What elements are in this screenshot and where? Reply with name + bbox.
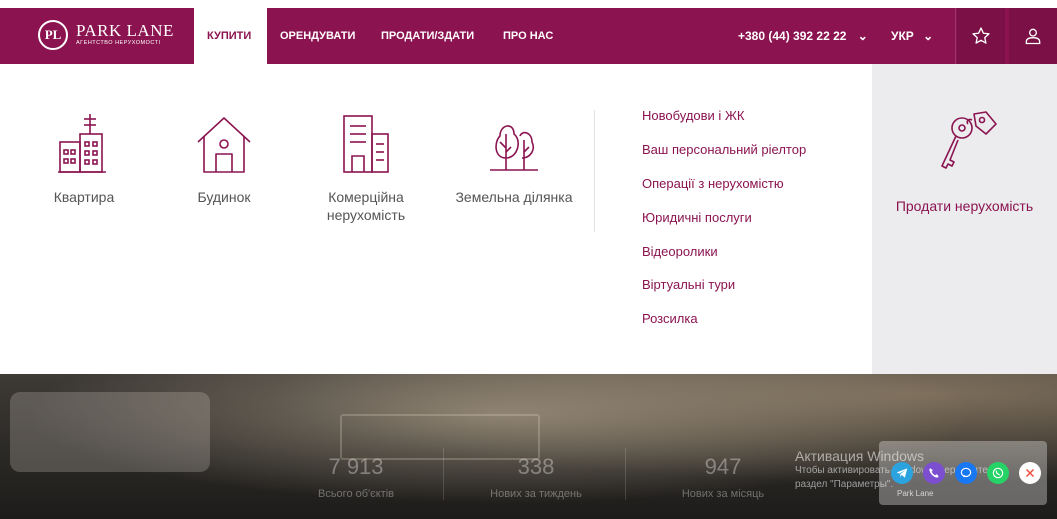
house-icon (197, 117, 251, 173)
stat-new-week: 338 Нових за тиждень (476, 454, 596, 500)
whatsapp-icon (992, 467, 1004, 479)
link-newsletter[interactable]: Розсилка (642, 311, 698, 326)
stat-divider (625, 448, 626, 500)
sell-property-label: Продати нерухомість (895, 198, 1034, 214)
site-header: PL PARK LANE АГЕНТСТВО НЕРУХОМОСТІ КУПИТ… (0, 8, 1057, 64)
chevron-down-icon: ⌄ (857, 29, 868, 43)
office-building-icon (343, 115, 389, 173)
chat-widget-caption: Park Lane (897, 489, 934, 498)
sell-property-panel[interactable]: Продати нерухомість (872, 64, 1057, 374)
category-label: Комерційна нерухомість (326, 189, 406, 223)
messenger-icon (960, 467, 972, 478)
logo-title: PARK LANE (76, 21, 174, 40)
stat-new-month: 947 Нових за місяць (663, 454, 783, 500)
link-personal-realtor[interactable]: Ваш персональний ріелтор (642, 142, 806, 157)
category-land[interactable]: Земельна ділянка (454, 112, 574, 206)
telegram-button[interactable] (891, 462, 913, 484)
star-icon (972, 27, 990, 44)
logo[interactable]: PL PARK LANE АГЕНТСТВО НЕРУХОМОСТІ (38, 20, 174, 50)
nav-item-rent[interactable]: ОРЕНДУВАТИ (280, 8, 355, 64)
messenger-button[interactable] (955, 462, 977, 484)
logo-tagline: АГЕНТСТВО НЕРУХОМОСТІ (76, 40, 161, 46)
stat-value: 947 (704, 454, 742, 479)
chat-widget: Park Lane (879, 441, 1047, 505)
menu-divider (594, 110, 595, 232)
link-real-estate-operations[interactable]: Операції з нерухомістю (642, 176, 784, 191)
category-label: Земельна ділянка (455, 189, 573, 205)
language-selector[interactable]: УКР ⌄ (891, 8, 933, 64)
chat-close-button[interactable] (1019, 462, 1041, 484)
link-virtual-tours[interactable]: Віртуальні тури (642, 277, 735, 292)
logo-seal-icon: PL (38, 20, 68, 50)
telegram-icon (896, 468, 908, 478)
phone-dropdown[interactable]: +380 (44) 392 22 22 ⌄ (738, 8, 868, 64)
profile-button[interactable] (1009, 8, 1057, 64)
user-icon (1025, 28, 1041, 45)
hero-banner: 7 913 Всього об'єктів 338 Нових за тижде… (0, 374, 1057, 519)
stat-label: Нових за місяць (681, 488, 765, 500)
apartment-building-icon (58, 114, 106, 173)
whatsapp-button[interactable] (987, 462, 1009, 484)
stat-divider (443, 448, 444, 500)
buy-mega-menu: Квартира Будинок Комерційна нерухомість (0, 64, 1057, 374)
stat-total-objects: 7 913 Всього об'єктів (296, 454, 416, 500)
category-commercial[interactable]: Комерційна нерухомість (306, 112, 426, 224)
nav-item-buy[interactable]: КУПИТИ (207, 8, 251, 64)
stat-label: Нових за тиждень (490, 488, 582, 500)
stat-label: Всього об'єктів (317, 488, 395, 500)
phone-number: +380 (44) 392 22 22 (738, 29, 847, 43)
keys-icon (941, 111, 997, 169)
category-label: Квартира (53, 189, 115, 205)
trees-land-icon (490, 125, 538, 171)
hero-image-sofa (10, 392, 210, 472)
close-icon (1025, 468, 1035, 478)
stat-value: 7 913 (328, 454, 384, 479)
category-label: Будинок (197, 189, 251, 205)
stat-value: 338 (517, 454, 555, 479)
nav-item-sell-lease[interactable]: ПРОДАТИ/ЗДАТИ (381, 8, 474, 64)
header-divider (955, 8, 956, 64)
viber-icon (929, 468, 939, 478)
category-house[interactable]: Будинок (164, 112, 284, 206)
viber-button[interactable] (923, 462, 945, 484)
chevron-down-icon: ⌄ (923, 29, 934, 43)
nav-item-about[interactable]: ПРО НАС (503, 8, 553, 64)
language-label: УКР (891, 29, 914, 43)
link-new-buildings[interactable]: Новобудови і ЖК (642, 108, 745, 123)
category-apartment[interactable]: Квартира (24, 112, 144, 206)
link-videos[interactable]: Відеоролики (642, 244, 718, 259)
favorites-button[interactable] (957, 8, 1005, 64)
link-legal-services[interactable]: Юридичні послуги (642, 210, 752, 225)
